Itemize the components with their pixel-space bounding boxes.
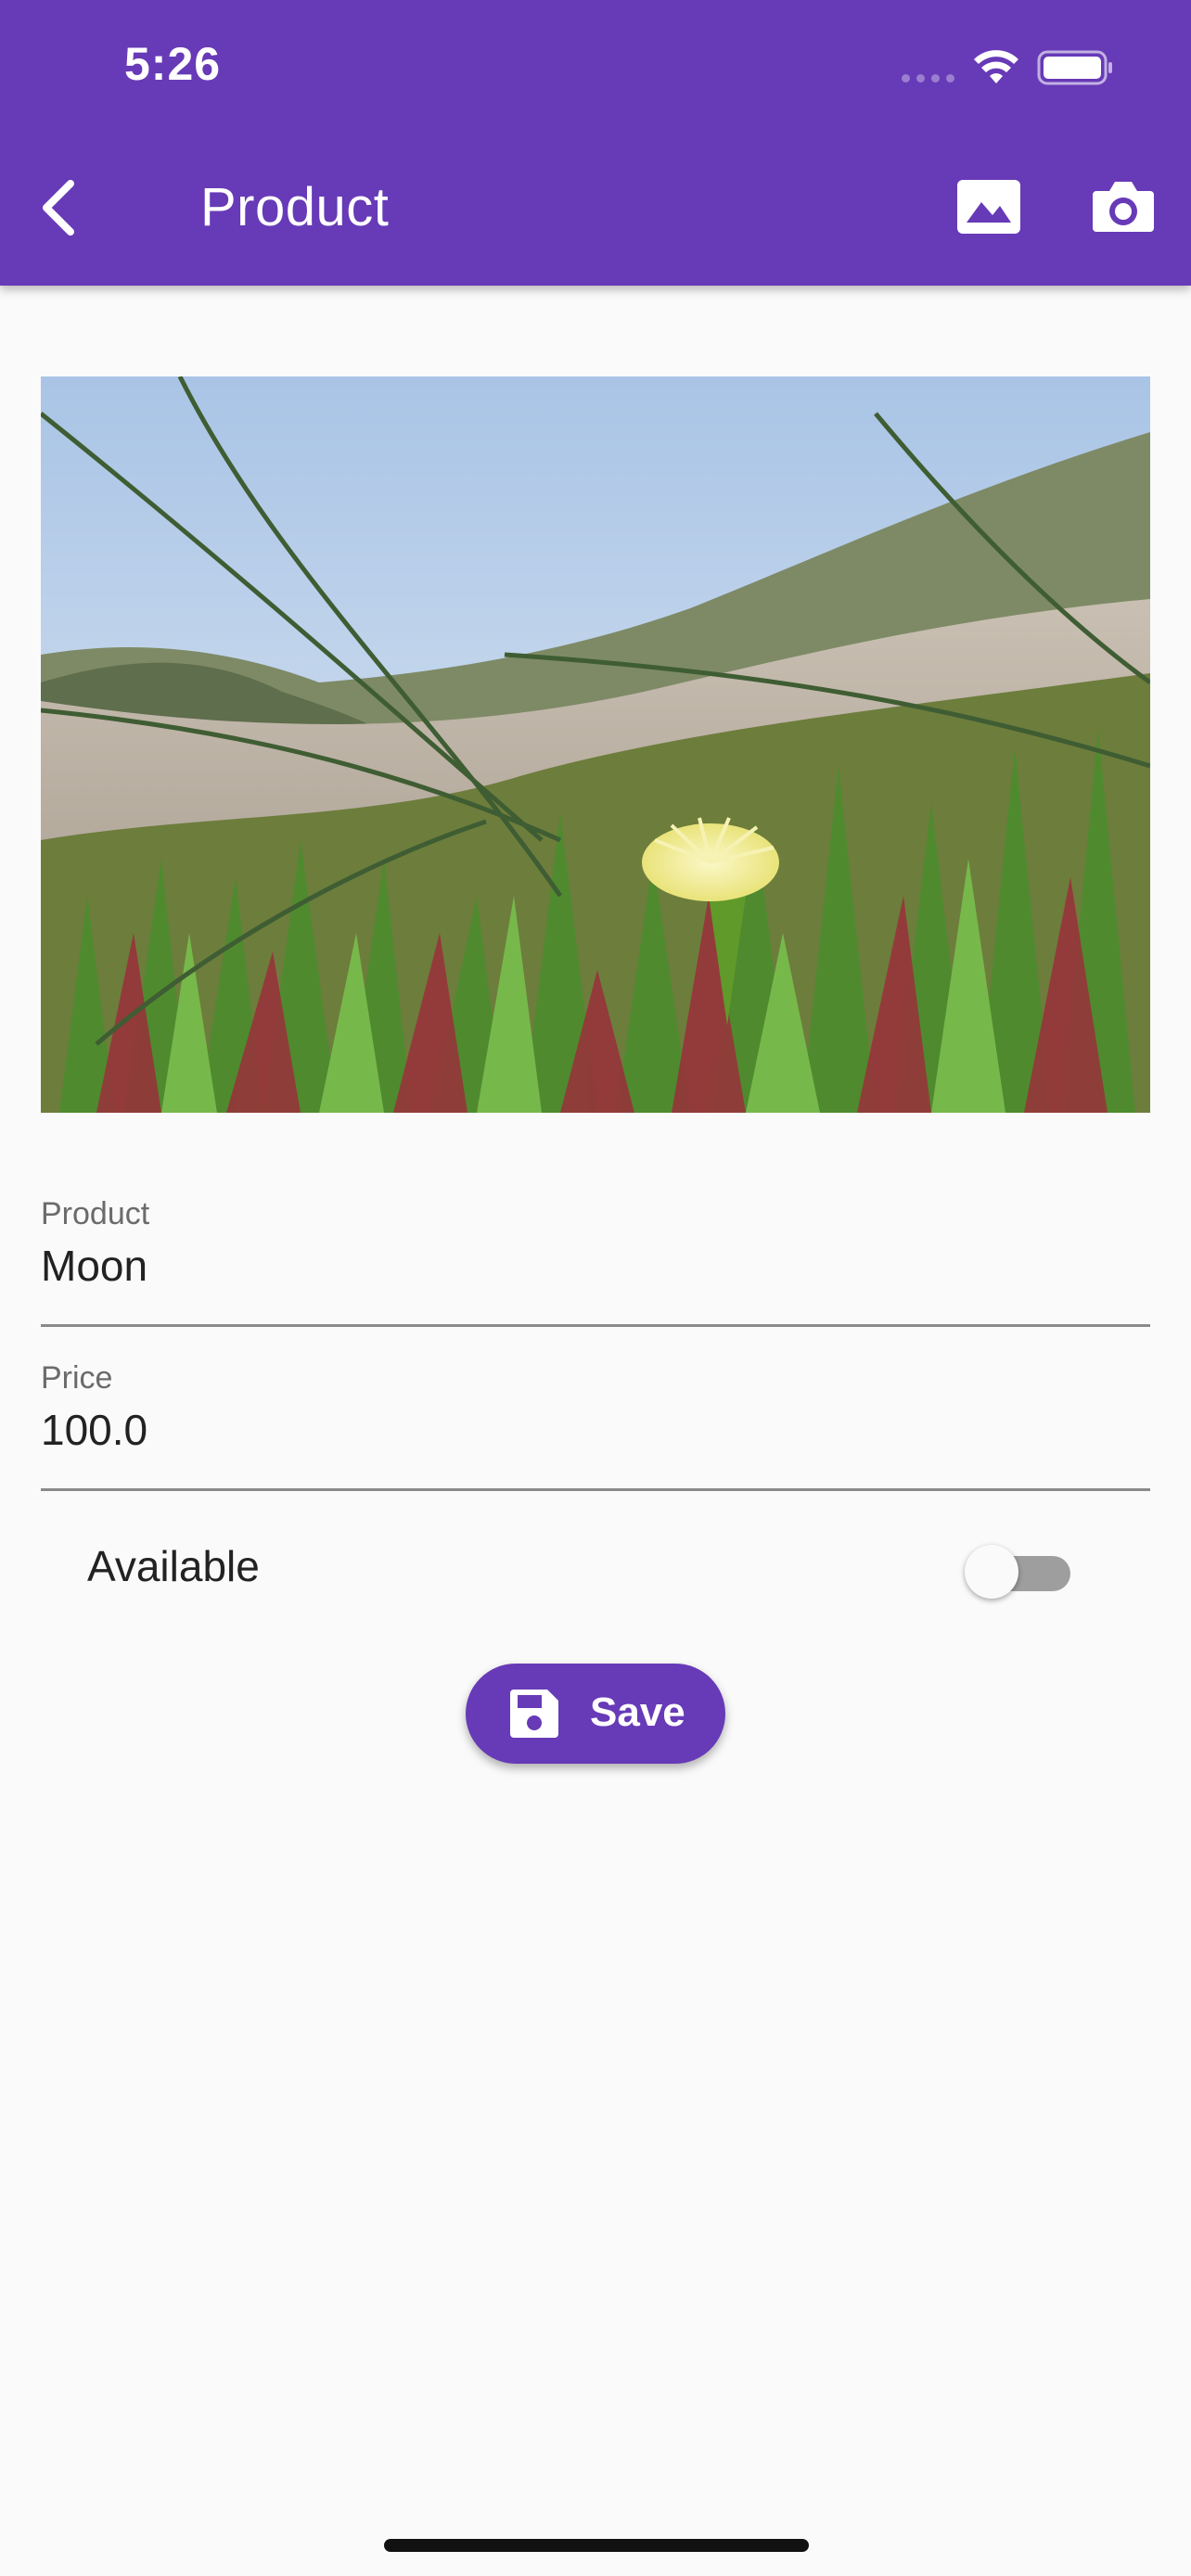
available-toggle-thumb: [965, 1545, 1018, 1599]
home-indicator[interactable]: [384, 2539, 809, 2552]
wifi-icon: [974, 50, 1018, 83]
price-field[interactable]: Price 100.0: [41, 1360, 1150, 1491]
product-image: [41, 376, 1150, 1113]
battery-icon: [1037, 50, 1112, 85]
save-button[interactable]: Save: [466, 1664, 725, 1764]
product-field[interactable]: Product Moon: [41, 1196, 1150, 1327]
gallery-icon[interactable]: [955, 178, 1022, 236]
back-arrow-icon[interactable]: [35, 174, 91, 241]
page-title: Product: [200, 177, 390, 237]
cellular-signal-icon: [902, 74, 954, 83]
product-field-underline: [41, 1324, 1150, 1327]
price-field-underline: [41, 1488, 1150, 1491]
product-field-label: Product: [41, 1196, 150, 1231]
camera-icon[interactable]: [1091, 176, 1156, 236]
save-button-label: Save: [590, 1690, 685, 1735]
status-time: 5:26: [124, 38, 222, 90]
product-field-value[interactable]: Moon: [41, 1241, 147, 1291]
price-field-value[interactable]: 100.0: [41, 1405, 147, 1455]
app-bar: 5:26 Product: [0, 0, 1191, 286]
price-field-label: Price: [41, 1360, 113, 1396]
save-icon: [510, 1690, 558, 1738]
available-label: Available: [87, 1542, 260, 1590]
available-toggle[interactable]: [965, 1545, 1074, 1599]
